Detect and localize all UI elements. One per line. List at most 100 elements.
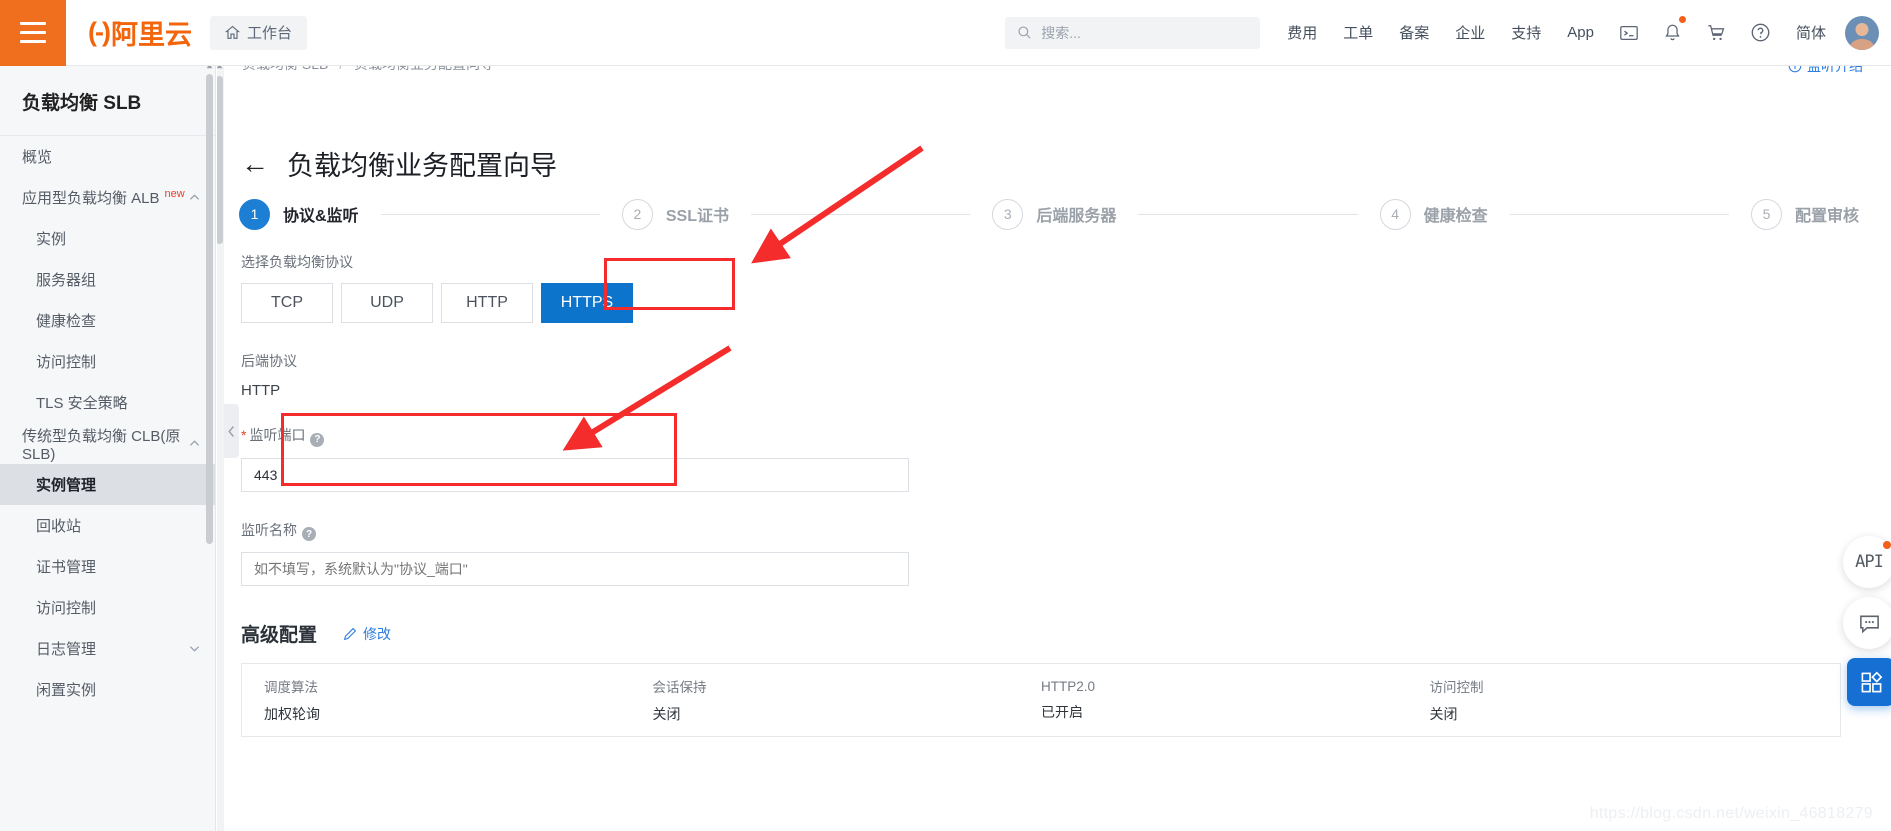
sidebar-item-tls-policy[interactable]: TLS 安全策略: [0, 382, 215, 423]
step-4-health-check[interactable]: 4 健康检查: [1379, 198, 1488, 230]
sidebar-item-clb-acl[interactable]: 访问控制: [0, 587, 215, 628]
search-box[interactable]: 搜索...: [1005, 16, 1261, 49]
sidebar-group-clb[interactable]: 传统型负载均衡 CLB(原SLB): [0, 423, 215, 464]
floating-action-buttons: API: [1843, 536, 1891, 706]
advanced-config-edit-label: 修改: [363, 625, 392, 642]
listen-port-input[interactable]: [241, 457, 909, 492]
chevron-down-icon: [189, 646, 200, 652]
backend-protocol-label: 后端协议: [241, 353, 297, 369]
top-header: (-) 阿里云 工作台 搜索... 费用 工单 备案 企业 支持 App 简体: [0, 0, 1891, 66]
sidebar-item-health-check[interactable]: 健康检查: [0, 300, 215, 341]
step-number: 3: [992, 198, 1024, 230]
step-connector: [380, 213, 600, 215]
step-2-ssl-certificate[interactable]: 2 SSL证书: [621, 198, 729, 230]
sidebar-item-certificate-management[interactable]: 证书管理: [0, 546, 215, 587]
back-arrow-icon[interactable]: ←: [241, 149, 269, 178]
listen-port-label: * 监听端口?: [241, 425, 1871, 447]
nav-link-icp[interactable]: 备案: [1386, 22, 1442, 43]
protocol-option-http[interactable]: HTTP: [441, 283, 533, 323]
sidebar-item-overview[interactable]: 概览: [0, 136, 215, 177]
bell-icon[interactable]: [1651, 15, 1694, 43]
scrollbar-thumb[interactable]: [217, 76, 223, 244]
nav-link-enterprise[interactable]: 企业: [1442, 22, 1498, 43]
protocol-option-https[interactable]: HTTPS: [541, 283, 633, 323]
step-label: 后端服务器: [1036, 208, 1117, 225]
step-number: 4: [1379, 198, 1411, 230]
sidebar-item-label: 访问控制: [36, 600, 97, 617]
wizard-steps: 1 协议&监听 2 SSL证书 3 后端服务器 4 健康检查 5 配置审核: [239, 191, 1859, 237]
app-root: (-) 阿里云 工作台 搜索... 费用 工单 备案 企业 支持 App 简体 …: [0, 0, 1891, 831]
sidebar-group-alb[interactable]: 应用型负载均衡 ALB new: [0, 177, 215, 218]
step-number: 2: [621, 198, 653, 230]
sidebar-item-label: 服务器组: [36, 272, 97, 289]
scroll-up-arrow-icon[interactable]: [205, 66, 214, 71]
nav-link-support[interactable]: 支持: [1498, 22, 1554, 43]
nav-link-app[interactable]: App: [1554, 24, 1607, 41]
nav-link-ticket[interactable]: 工单: [1330, 22, 1386, 43]
step-label: SSL证书: [665, 208, 729, 225]
field-key: HTTP2.0: [1041, 678, 1096, 694]
protocol-option-tcp[interactable]: TCP: [241, 283, 333, 323]
search-icon: [1018, 26, 1031, 39]
apps-button[interactable]: [1847, 658, 1891, 706]
step-1-protocol-listener[interactable]: 1 协议&监听: [239, 198, 359, 230]
aliyun-logo[interactable]: (-) 阿里云: [88, 13, 192, 52]
header-nav: 费用 工单 备案 企业 支持 App 简体: [1274, 15, 1839, 43]
sidebar-item-instance-management[interactable]: 实例管理: [0, 464, 215, 505]
content-scrollbar[interactable]: [217, 66, 224, 831]
advanced-field-access-control: 访问控制 关闭: [1430, 676, 1819, 724]
help-icon[interactable]: [1738, 22, 1783, 43]
sidebar-item-recycle-bin[interactable]: 回收站: [0, 505, 215, 546]
backend-protocol-value: HTTP: [241, 382, 281, 399]
step-connector: [751, 213, 971, 215]
step-number: 1: [239, 198, 270, 230]
listen-name-input[interactable]: [241, 552, 909, 586]
step-label: 健康检查: [1423, 208, 1488, 225]
chevron-up-icon: [189, 440, 200, 446]
sidebar-collapse-handle[interactable]: [224, 404, 239, 458]
sidebar: 负载均衡 SLB 概览 应用型负载均衡 ALB new 实例 服务器组 健康检查 …: [0, 66, 216, 831]
protocol-option-udp[interactable]: UDP: [341, 283, 433, 323]
listener-intro-link[interactable]: 监听介绍: [1788, 66, 1863, 76]
chevron-up-icon: [189, 194, 200, 200]
breadcrumb-item-root[interactable]: 负载均衡 SLB: [242, 66, 328, 72]
listener-form: 选择负载均衡协议 TCP UDP HTTP HTTPS 后端协议 HTTP * 监…: [241, 252, 1871, 737]
sidebar-item-label: 健康检查: [36, 313, 97, 330]
sidebar-item-server-group[interactable]: 服务器组: [0, 259, 215, 300]
step-5-config-review[interactable]: 5 配置审核: [1750, 198, 1859, 230]
sidebar-group-label: 传统型负载均衡 CLB(原SLB): [22, 427, 181, 463]
sidebar-item-idle-instance[interactable]: 闲置实例: [0, 669, 215, 710]
page-title: ← 负载均衡业务配置向导: [241, 144, 557, 183]
breadcrumb: 负载均衡 SLB / 负载均衡业务配置向导: [242, 66, 494, 74]
advanced-field-http2: HTTP2.0 已开启: [1041, 679, 1430, 722]
sidebar-scrollbar[interactable]: [206, 74, 213, 544]
hamburger-icon[interactable]: [0, 0, 66, 66]
feedback-button[interactable]: [1843, 597, 1891, 649]
language-switch[interactable]: 简体: [1783, 22, 1839, 43]
page-title-text: 负载均衡业务配置向导: [287, 151, 557, 181]
terminal-icon[interactable]: [1607, 23, 1651, 43]
workbench-button[interactable]: 工作台: [209, 15, 307, 50]
question-icon[interactable]: ?: [310, 432, 325, 447]
advanced-config-edit-button[interactable]: 修改: [343, 624, 391, 644]
sidebar-item-alb-instance[interactable]: 实例: [0, 218, 215, 259]
logo-text: 阿里云: [110, 20, 192, 50]
user-avatar[interactable]: [1845, 15, 1879, 50]
field-value: 关闭: [652, 706, 681, 722]
scroll-up-arrow-icon[interactable]: [217, 66, 224, 71]
step-3-backend-servers[interactable]: 3 后端服务器: [992, 198, 1117, 230]
nav-link-cost[interactable]: 费用: [1274, 22, 1330, 43]
advanced-config-title: 高级配置: [241, 625, 318, 646]
chat-bubble-icon: [1859, 615, 1879, 633]
main-content: 负载均衡 SLB / 负载均衡业务配置向导 监听介绍 ← 负载均衡业务配置向导 …: [217, 66, 1891, 831]
sidebar-item-label: 概览: [22, 149, 53, 166]
sidebar-item-label: 日志管理: [36, 641, 97, 658]
new-badge: new: [164, 188, 185, 200]
api-button[interactable]: API: [1843, 536, 1891, 588]
sidebar-item-alb-acl[interactable]: 访问控制: [0, 341, 215, 382]
question-icon[interactable]: ?: [302, 527, 316, 541]
sidebar-item-log-management[interactable]: 日志管理: [0, 628, 215, 669]
cart-icon[interactable]: [1694, 23, 1738, 43]
sidebar-item-label: 回收站: [36, 518, 82, 535]
sidebar-item-label: 证书管理: [36, 559, 97, 576]
